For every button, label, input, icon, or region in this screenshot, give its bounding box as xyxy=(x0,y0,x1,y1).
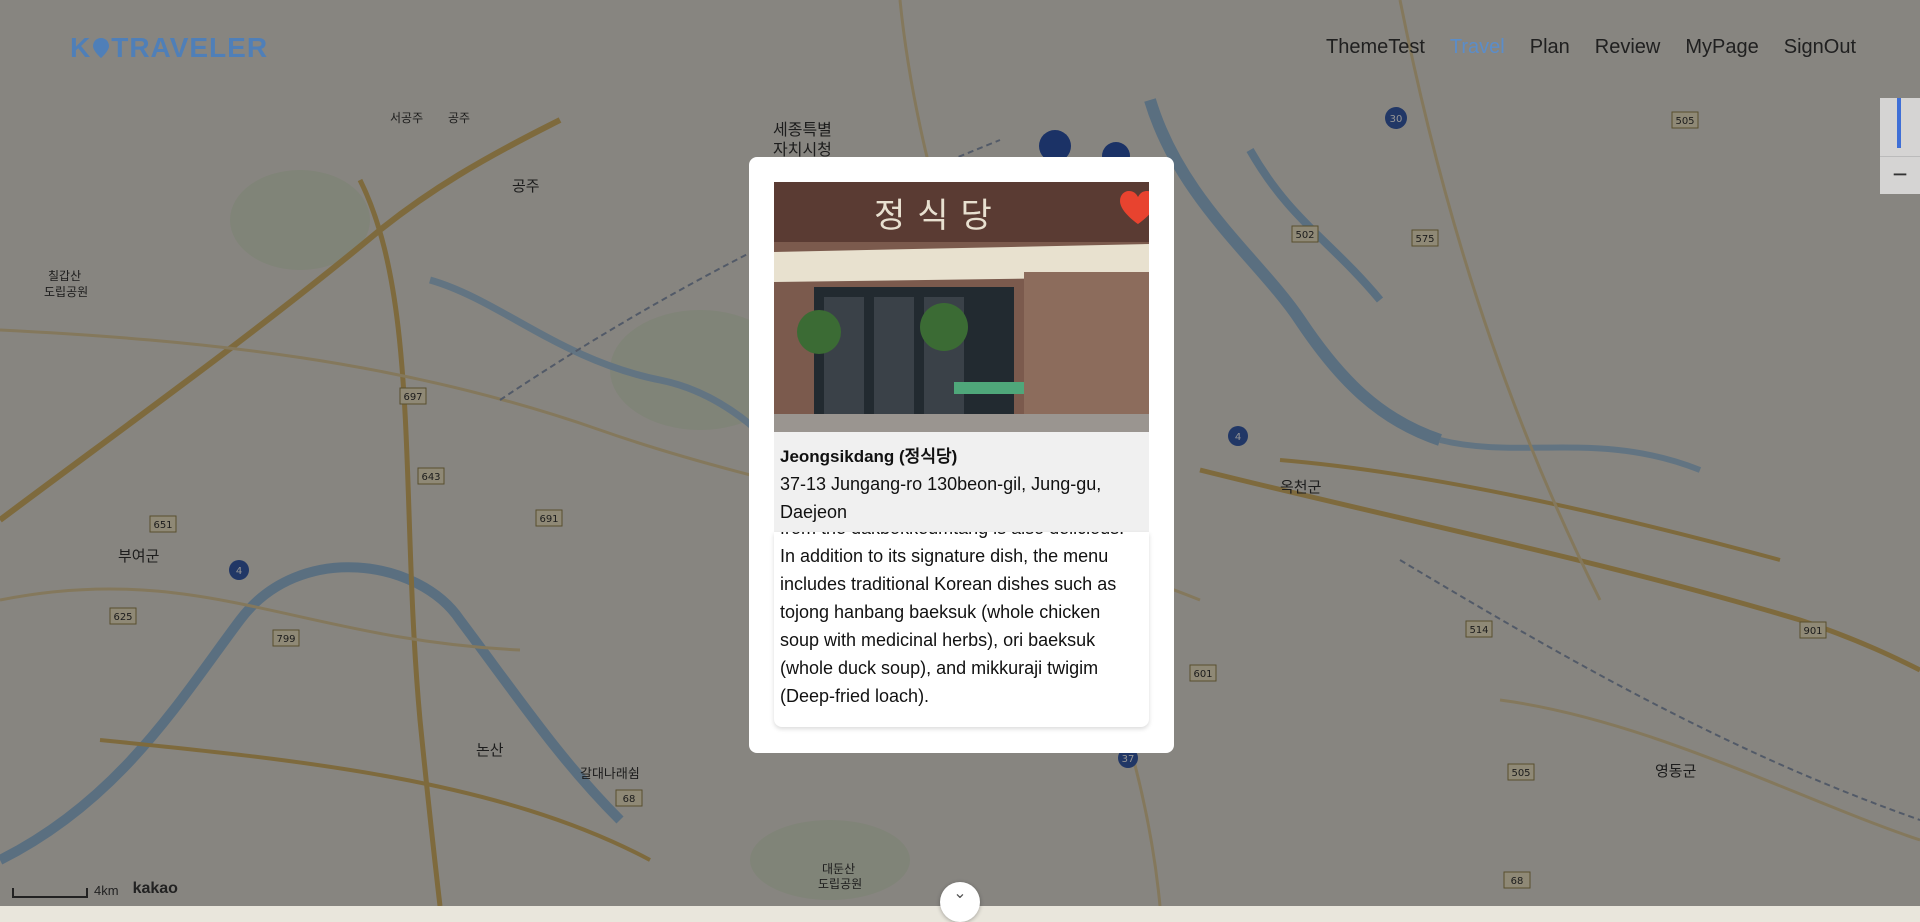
logo-text: TRAVELER xyxy=(111,32,269,63)
nav-mypage[interactable]: MyPage xyxy=(1685,36,1758,59)
zoom-slider[interactable] xyxy=(1897,98,1901,148)
scroll-down-button[interactable]: ⌄ xyxy=(940,882,980,922)
scale-label: 4km xyxy=(94,883,119,898)
storefront-image: 정식당 xyxy=(774,182,1149,432)
map-provider-logo: kakao xyxy=(132,880,178,897)
top-header: K TRAVELER ThemeTest Travel Plan Review … xyxy=(0,0,1920,98)
chevron-down-icon: ⌄ xyxy=(953,885,967,902)
place-address: 37-13 Jungang-ro 130beon-gil, Jung-gu, D… xyxy=(780,474,1102,522)
main-nav: ThemeTest Travel Plan Review MyPage Sign… xyxy=(1326,36,1856,59)
heart-icon[interactable] xyxy=(1118,190,1149,226)
logo-pin-icon xyxy=(93,38,110,58)
nav-travel[interactable]: Travel xyxy=(1450,36,1505,59)
place-info: Jeongsikdang (정식당) 37-13 Jungang-ro 130b… xyxy=(774,432,1149,532)
place-name: Jeongsikdang (정식당) xyxy=(780,447,958,466)
logo-prefix: K xyxy=(70,32,92,63)
place-photo: 정식당 xyxy=(774,182,1149,432)
zoom-out-icon[interactable]: − xyxy=(1880,156,1920,193)
logo[interactable]: K TRAVELER xyxy=(70,32,268,64)
nav-themetest[interactable]: ThemeTest xyxy=(1326,36,1425,59)
nav-plan[interactable]: Plan xyxy=(1530,36,1570,59)
nav-review[interactable]: Review xyxy=(1595,36,1661,59)
description-scroll[interactable]: from the dakbokkeumtang is also deliciou… xyxy=(774,532,1149,727)
zoom-control: − xyxy=(1880,98,1920,194)
place-detail-modal: 정식당 Jeongsikdang (정식당) 37-13 Jungang-ro … xyxy=(749,157,1174,753)
nav-signout[interactable]: SignOut xyxy=(1784,36,1856,59)
sign-text: 정식당 xyxy=(874,196,1004,236)
map-scale: 4km kakao xyxy=(12,880,178,898)
place-description: from the dakbokkeumtang is also deliciou… xyxy=(780,532,1124,706)
scale-bar xyxy=(12,888,88,898)
